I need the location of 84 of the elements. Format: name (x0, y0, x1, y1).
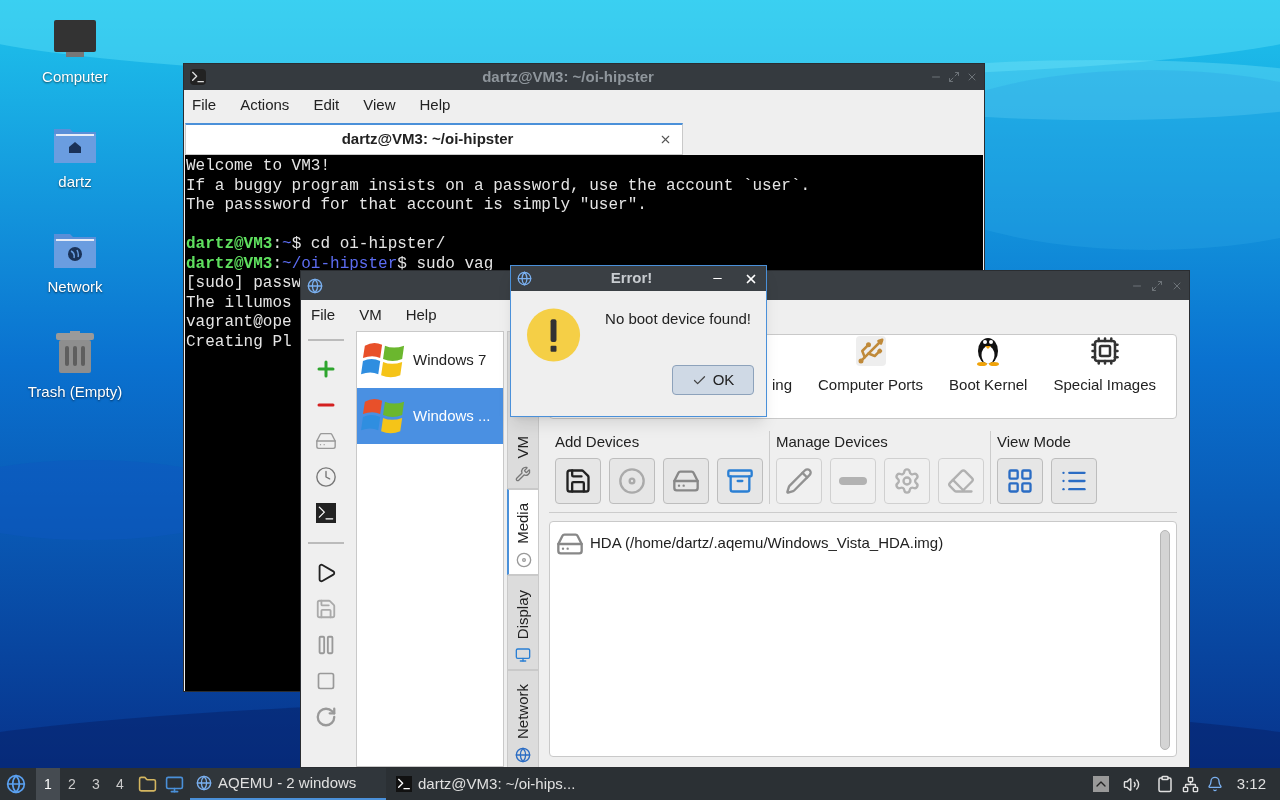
group-title: Manage Devices (776, 432, 889, 452)
hard-drive-icon[interactable] (315, 430, 337, 452)
task-button[interactable]: AQEMU - 2 windows (190, 768, 386, 800)
globe-icon (515, 747, 531, 763)
terminal-icon (396, 776, 412, 792)
error-message: No boot device found! (605, 309, 751, 329)
gear-icon (893, 466, 921, 495)
scrollbar[interactable] (1160, 529, 1170, 750)
window-title: dartz@VM3: ~/oi-hipster (481, 66, 655, 87)
terminal-line: Welcome to VM3! (186, 157, 331, 177)
reload-icon[interactable] (315, 706, 337, 728)
menu-item[interactable]: File (192, 93, 217, 117)
terminal-icon[interactable] (316, 503, 336, 523)
app-icon (517, 271, 532, 286)
dialog-title: Error! (609, 268, 654, 289)
clock[interactable]: 3:12 (1236, 772, 1266, 796)
side-tab[interactable]: Network (507, 670, 539, 767)
terminal-line: If a buggy program insists on a password, use the account `user`. (186, 176, 811, 196)
tools-icon (515, 466, 531, 482)
volume-icon[interactable] (1122, 775, 1140, 793)
clipboard-icon[interactable] (1155, 775, 1174, 793)
device-button[interactable] (555, 457, 601, 504)
notification-icon[interactable] (1206, 776, 1223, 792)
pencil-icon (785, 466, 813, 495)
terminal-tab[interactable]: dartz@VM3: ~/oi-hipster (185, 123, 683, 155)
drive-icon (726, 466, 754, 495)
stop-icon[interactable] (316, 671, 336, 691)
workspace-button[interactable]: 4 (108, 768, 132, 800)
menu-item[interactable]: View (363, 93, 396, 117)
ok-button[interactable]: OK (672, 365, 754, 395)
trash-icon (56, 331, 94, 373)
workspace-button[interactable]: 1 (36, 768, 60, 800)
terminal-line: dartz@VM3:~/oi-hipster$ sudo vag (186, 254, 494, 274)
category-item[interactable]: Boot Kernel (949, 373, 1028, 396)
eraser-icon (947, 466, 975, 495)
category-item[interactable]: Computer Ports (818, 373, 924, 396)
side-tab[interactable]: Display (507, 575, 539, 670)
save-icon[interactable] (315, 598, 337, 620)
terminal-line: dartz@VM3:~$ cd oi-hipster/ (186, 235, 446, 255)
chip-icon (1089, 335, 1120, 366)
task-button[interactable]: dartz@VM3: ~/oi-hips... (390, 768, 586, 800)
terminal-line: Creating Pl (186, 332, 292, 352)
usb-icon (855, 335, 886, 366)
category-item[interactable]: Special Images (1053, 373, 1156, 396)
desktop-icon-label[interactable]: Network (47, 276, 103, 299)
maximize-icon[interactable] (1151, 279, 1163, 292)
vm-list-item[interactable]: Windows 7 (357, 332, 503, 388)
terminal-line: The illumos (186, 293, 292, 313)
menu-item[interactable]: Help (419, 93, 451, 117)
monitor-icon (54, 20, 96, 58)
menu-item[interactable]: Actions (240, 93, 290, 117)
group-title: View Mode (997, 432, 1072, 452)
disc-icon (618, 466, 646, 495)
network-folder-icon (54, 232, 96, 268)
menu-item[interactable]: VM (359, 304, 382, 327)
group-title: Add Devices (555, 432, 641, 452)
network-icon[interactable] (1181, 775, 1199, 793)
terminal-line: [sudo] passw (186, 274, 302, 294)
clock-icon[interactable] (315, 466, 337, 488)
start-menu-icon[interactable] (6, 774, 26, 794)
app-icon (196, 775, 212, 791)
terminal-line: The passsword for that account is simply "user". (186, 196, 647, 216)
desktop-icon[interactable] (165, 774, 184, 794)
menu-item[interactable]: Help (405, 304, 437, 327)
app-icon (307, 277, 323, 294)
category-item[interactable]: ing (771, 373, 792, 396)
folder-icon[interactable] (138, 774, 157, 794)
menu-item[interactable]: File (311, 304, 336, 327)
home-folder-icon (54, 127, 96, 163)
device-item[interactable]: HDA (/home/dartz/.aqemu/Windows_Vista_HDA.img) (590, 532, 944, 555)
maximize-icon[interactable] (948, 71, 960, 83)
grid-view-icon (1006, 466, 1034, 495)
bar-icon (839, 476, 867, 485)
side-tab[interactable]: Media (507, 489, 539, 575)
desktop-icon-label[interactable]: Trash (Empty) (27, 381, 123, 404)
terminal-icon (190, 69, 206, 85)
workspace-button[interactable]: 3 (84, 768, 108, 800)
workspace-button[interactable]: 2 (60, 768, 84, 800)
terminal-line: vagrant@ope (186, 313, 292, 333)
close-tab-icon[interactable] (659, 133, 672, 146)
disc-icon (515, 552, 532, 568)
monitor-icon (515, 647, 531, 663)
menu-item[interactable]: Edit (313, 93, 340, 117)
warning-icon (526, 307, 582, 363)
